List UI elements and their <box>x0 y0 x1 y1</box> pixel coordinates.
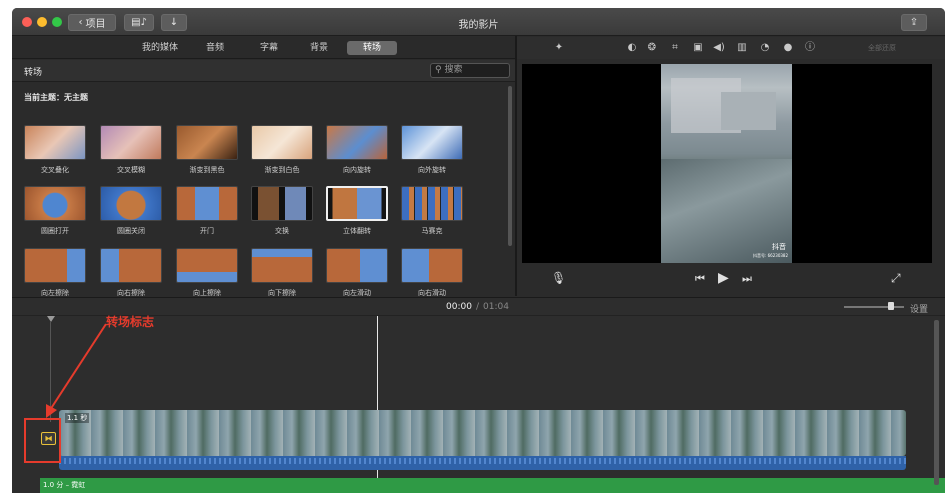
stabilization-icon[interactable]: ▣ <box>692 42 704 54</box>
annotation-arrow <box>46 323 107 418</box>
video-clip[interactable] <box>59 410 906 456</box>
browser-tabs: 我的媒体 音频 字幕 背景 转场 <box>12 37 515 59</box>
transition-label: 交叉模糊 <box>117 166 145 174</box>
audio-wave-pattern <box>59 458 906 464</box>
search-icon: ⚲ <box>435 65 442 75</box>
fullscreen-icon[interactable]: ⤢ <box>891 271 901 286</box>
share-icon: ⇪ <box>909 17 919 28</box>
browser-section-bar: 转场 ⚲ 搜索 <box>12 60 515 82</box>
time-separator: / <box>476 302 480 312</box>
search-input[interactable]: ⚲ 搜索 <box>430 63 510 78</box>
background-music-track[interactable]: 1.0 分 – 霓虹 <box>40 478 945 493</box>
current-theme-label: 当前主题：无主题 <box>24 93 88 102</box>
transition-thumb[interactable] <box>100 125 162 160</box>
transition-label: 向内旋转 <box>343 166 371 174</box>
transition-label: 向外旋转 <box>418 166 446 174</box>
transition-thumb[interactable] <box>401 248 463 283</box>
transition-label: 开门 <box>200 227 214 235</box>
zoom-slider-knob[interactable] <box>888 302 894 310</box>
video-viewer: 抖音 抖音号: 66230382 <box>522 64 932 263</box>
reset-all-button[interactable]: 全部还原 <box>868 43 896 53</box>
transition-label: 圆圈打开 <box>41 227 69 235</box>
window-title: 我的影片 <box>458 20 499 31</box>
search-placeholder: 搜索 <box>444 65 463 75</box>
share-button[interactable]: ⇪ <box>901 14 927 31</box>
crop-icon[interactable]: ⌗ <box>669 42 681 54</box>
transition-thumb[interactable] <box>176 248 238 283</box>
transition-thumb[interactable] <box>251 125 313 160</box>
volume-icon[interactable]: ◀) <box>713 42 725 54</box>
info-icon[interactable]: ⓘ <box>804 42 816 54</box>
annotation-label: 转场标志 <box>106 315 155 329</box>
transition-label: 交换 <box>275 227 289 235</box>
total-time: 01:04 <box>483 302 509 312</box>
transition-thumb[interactable] <box>100 186 162 221</box>
transition-thumb[interactable] <box>24 186 86 221</box>
annotation-highlight-box <box>24 418 61 463</box>
color-correction-icon[interactable]: ❂ <box>646 42 658 54</box>
browser-scrollbar[interactable] <box>508 86 512 246</box>
current-time: 00:00 <box>446 302 472 312</box>
watermark-id: 抖音号: 66230382 <box>753 253 788 258</box>
microphone-icon[interactable]: 🎙 <box>551 271 566 285</box>
transition-label: 渐变到白色 <box>264 166 300 174</box>
viewer-toolbar: ✦ ◐ ❂ ⌗ ▣ ◀) ▥ ◔ ● ⓘ 全部还原 <box>517 37 945 59</box>
pane-divider[interactable] <box>515 36 517 296</box>
transition-thumb[interactable] <box>326 125 388 160</box>
transition-thumb[interactable] <box>251 186 313 221</box>
magic-wand-icon[interactable]: ✦ <box>553 42 565 54</box>
skip-back-icon[interactable]: ⏮ <box>695 272 705 286</box>
settings-button[interactable]: 设置 <box>910 302 928 315</box>
speed-icon[interactable]: ◔ <box>759 42 771 54</box>
noise-reduction-icon[interactable]: ▥ <box>736 42 748 54</box>
transition-thumb[interactable] <box>326 248 388 283</box>
transition-label: 马赛克 <box>421 227 443 235</box>
section-title: 转场 <box>24 68 43 78</box>
title-bar: ‹ 项目 ▤♪ ↓ 我的影片 ⇪ <box>12 8 945 36</box>
watermark: 抖音 <box>772 243 786 251</box>
timeline-scrollbar[interactable] <box>934 320 939 485</box>
transition-thumb[interactable] <box>176 186 238 221</box>
transition-label: 圆圈关闭 <box>117 227 145 235</box>
transition-thumb[interactable] <box>401 125 463 160</box>
music-track-label: 1.0 分 – 霓虹 <box>43 481 86 489</box>
tab-transitions[interactable]: 转场 <box>347 41 397 55</box>
clip-filter-icon[interactable]: ● <box>782 42 794 54</box>
transition-label: 渐变到黑色 <box>189 166 225 174</box>
zoom-slider-track[interactable] <box>844 306 904 308</box>
video-frame: 抖音 抖音号: 66230382 <box>661 64 792 263</box>
transition-thumb[interactable] <box>251 248 313 283</box>
transition-thumb[interactable] <box>24 125 86 160</box>
tab-my-media[interactable]: 我的媒体 <box>137 41 183 55</box>
transition-thumb[interactable] <box>24 248 86 283</box>
color-balance-icon[interactable]: ◐ <box>626 42 638 54</box>
transition-label: 立体翻转 <box>343 227 371 235</box>
transition-thumb[interactable] <box>176 125 238 160</box>
tab-backgrounds[interactable]: 背景 <box>304 41 334 55</box>
transition-label: 交叉叠化 <box>41 166 69 174</box>
tab-audio[interactable]: 音频 <box>200 41 230 55</box>
tab-titles[interactable]: 字幕 <box>254 41 284 55</box>
transition-thumb[interactable] <box>401 186 463 221</box>
play-icon[interactable]: ▶ <box>718 270 729 286</box>
imovie-window: ‹ 项目 ▤♪ ↓ 我的影片 ⇪ 我的媒体 音频 字幕 背景 转场 转场 ⚲ 搜… <box>12 8 945 493</box>
transition-thumb-selected[interactable] <box>326 186 388 221</box>
building-shape <box>721 92 776 130</box>
skip-forward-icon[interactable]: ⏭ <box>742 272 752 286</box>
transition-thumb[interactable] <box>100 248 162 283</box>
